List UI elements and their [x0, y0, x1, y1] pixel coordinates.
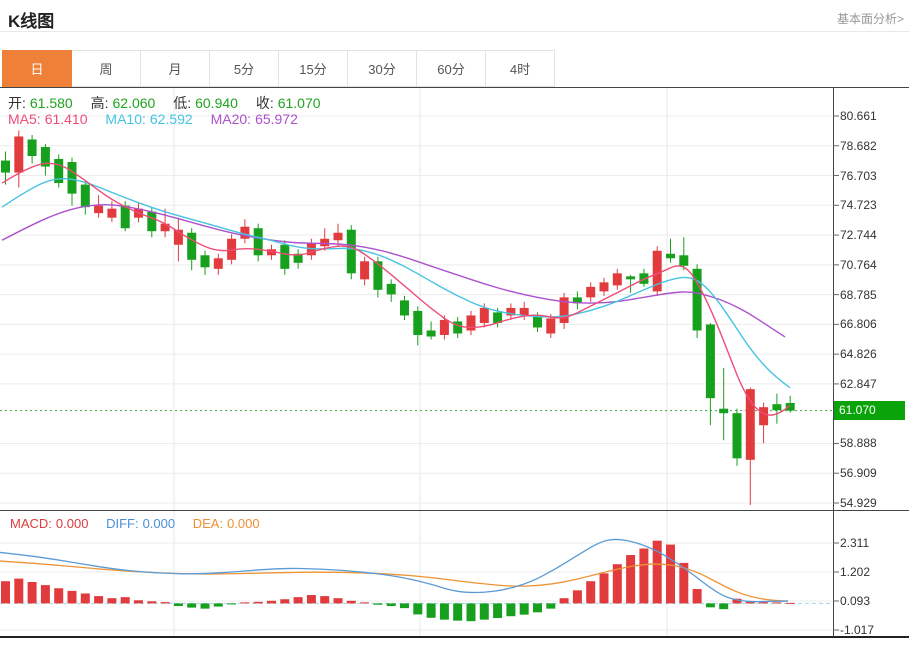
macd-readout: MACD: 0.000 DIFF: 0.000 DEA: 0.000 [10, 516, 264, 531]
tab-日[interactable]: 日 [2, 50, 72, 87]
price-axis-label: 70.764 [840, 257, 877, 272]
tab-5分[interactable]: 5分 [209, 50, 279, 87]
close-value: 61.070 [277, 95, 321, 111]
period-tab-bar: 日周月 5分 15分 30分 60分 4时 [2, 50, 555, 87]
close-label: 收: [255, 95, 274, 111]
diff-value: 0.000 [142, 516, 176, 531]
price-axis-label: 72.744 [840, 228, 877, 243]
price-axis-label: 58.888 [840, 436, 877, 451]
macd-axis-label: 1.202 [840, 564, 871, 579]
ma-readout: MA5: 61.410 MA10: 62.592 MA20: 65.972 [8, 111, 302, 127]
kline-page: K线图 基本面分析> 日周月 5分 15分 30分 60分 4时 开: 61.580 高: 6… [0, 0, 909, 646]
ma10-label: MA10: [105, 111, 146, 127]
price-axis-label: 74.723 [840, 198, 877, 213]
macd-label: MACD: [10, 516, 52, 531]
open-value: 61.580 [29, 95, 73, 111]
ma5-value: 61.410 [44, 111, 88, 127]
high-label: 高: [90, 95, 109, 111]
ma20-label: MA20: [210, 111, 252, 127]
price-axis-label: 68.785 [840, 287, 877, 302]
price-axis-label: 64.826 [840, 347, 877, 362]
tab-4时[interactable]: 4时 [485, 50, 555, 87]
low-value: 60.940 [195, 95, 238, 111]
tab-周[interactable]: 周 [71, 50, 141, 87]
macd-axis-label: 2.311 [840, 536, 870, 550]
dea-value: 0.000 [227, 516, 260, 531]
ma5-label: MA5: [8, 111, 41, 127]
ma20-value: 65.972 [255, 111, 298, 127]
tab-60分[interactable]: 60分 [416, 50, 486, 87]
macd-axis-label: 0.093 [840, 593, 871, 608]
page-title: K线图 [8, 12, 55, 31]
diff-label: DIFF: [106, 516, 139, 531]
price-axis-label: 56.909 [840, 466, 877, 481]
open-label: 开: [8, 95, 26, 111]
header-divider [0, 31, 909, 32]
current-price-badge: 61.070 [834, 401, 905, 421]
tab-30分[interactable]: 30分 [347, 50, 417, 87]
macd-value: 0.000 [55, 516, 89, 531]
dea-label: DEA: [192, 516, 224, 531]
price-axis-label: 76.703 [840, 168, 877, 183]
ohlc-readout: 开: 61.580 高: 62.060 低: 60.940 收: 61.070 [8, 93, 325, 113]
high-value: 62.060 [112, 95, 156, 111]
tab-月[interactable]: 月 [140, 50, 210, 87]
price-axis-label: 62.847 [840, 376, 877, 391]
ma10-value: 62.592 [149, 111, 193, 127]
tab-15分[interactable]: 15分 [278, 50, 348, 87]
price-axis-label: 66.806 [840, 317, 877, 332]
price-axis-label: 80.661 [840, 109, 877, 123]
fundamental-analysis-link[interactable]: 基本面分析> [837, 10, 904, 27]
price-axis-label: 78.682 [840, 138, 877, 153]
price-axis-label: 54.929 [840, 496, 877, 510]
macd-axis-label: -1.017 [840, 623, 875, 637]
low-label: 低: [173, 95, 192, 111]
